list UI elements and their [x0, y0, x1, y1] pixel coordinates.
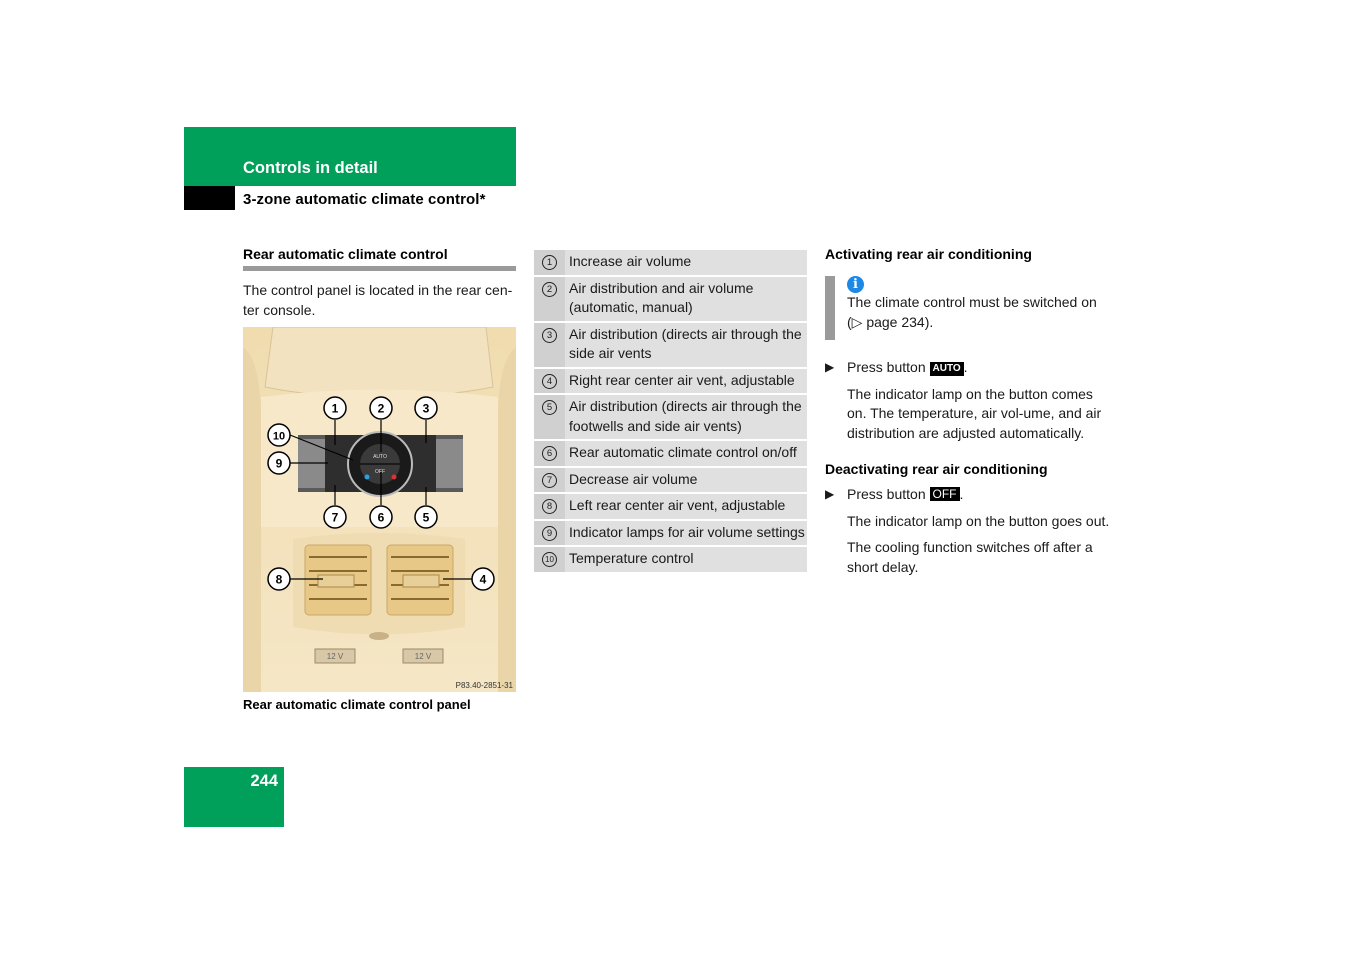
callout-5: 5	[414, 505, 438, 529]
legend-number: 6	[542, 446, 557, 461]
svg-text:3: 3	[423, 402, 430, 416]
legend-row: 8 Left rear center air vent, adjustable	[534, 494, 807, 521]
svg-text:10: 10	[273, 431, 285, 443]
legend-text: Left rear center air vent, adjustable	[569, 497, 786, 513]
svg-text:7: 7	[332, 511, 339, 525]
image-code: P83.40-2851-31	[456, 681, 514, 690]
callout-9: 9	[267, 451, 291, 475]
subsection-title: 3-zone automatic climate control*	[243, 191, 486, 208]
legend-row: 1 Increase air volume	[534, 250, 807, 277]
page-number: 244	[250, 772, 278, 790]
legend-row: 9 Indicator lamps for air volume settings	[534, 520, 807, 547]
activate-step: ▶ Press button AUTO.	[825, 358, 1110, 378]
activating-heading: Activating rear air conditioning	[825, 246, 1032, 262]
legend-row: 7 Decrease air volume	[534, 467, 807, 494]
legend-text: Temperature control	[569, 550, 694, 566]
legend-row: 6 Rear automatic climate control on/off	[534, 441, 807, 468]
figure-caption: Rear automatic climate control panel	[243, 697, 471, 712]
climate-panel-figure: AUTO OFF 12 V 12 V 1 2 3 10 9 7 6 5 8 4 …	[243, 327, 516, 692]
callout-2: 2	[369, 396, 393, 420]
outlet-label-left: 12 V	[327, 652, 344, 661]
off-label: OFF	[375, 469, 385, 475]
callout-6: 6	[369, 505, 393, 529]
legend-text: Decrease air volume	[569, 470, 698, 487]
info-text: The climate control must be switched on …	[847, 294, 1097, 330]
legend-number: 1	[542, 255, 557, 270]
svg-text:6: 6	[378, 511, 385, 525]
svg-text:4: 4	[480, 573, 487, 587]
deactivate-result-1: The indicator lamp on the button goes ou…	[847, 512, 1110, 529]
rear-climate-heading: Rear automatic climate control	[243, 246, 448, 262]
step-suffix: .	[959, 486, 964, 502]
legend-row: 10 Temperature control	[534, 547, 807, 574]
legend-number: 7	[542, 472, 557, 488]
legend-number: 10	[542, 552, 557, 567]
legend-row: 3 Air distribution (directs air through t…	[534, 322, 807, 369]
legend-number: 5	[542, 400, 557, 415]
legend-number: 3	[542, 327, 557, 343]
intro-text: The control panel is located in the rear…	[243, 282, 513, 318]
step-suffix: .	[963, 359, 968, 375]
info-note: i The climate control must be switched o…	[825, 276, 1110, 340]
legend-text: Right rear center air vent, adjustable	[569, 371, 795, 388]
deactivating-heading: Deactivating rear air conditioning	[825, 461, 1048, 477]
climate-panel-illustration: AUTO OFF 12 V 12 V 1 2 3 10 9 7 6 5 8 4 …	[243, 327, 516, 692]
legend-text: Air distribution (directs air through th…	[569, 325, 802, 362]
legend-table: 1 Increase air volume 2 Air distribution a…	[534, 250, 807, 574]
legend-text: Air distribution (directs air through th…	[569, 398, 802, 434]
header-marker	[184, 186, 235, 210]
bullet-arrow-icon: ▶	[825, 360, 835, 374]
info-icon: i	[847, 276, 864, 293]
svg-text:8: 8	[276, 573, 283, 587]
info-bar	[825, 276, 835, 340]
legend-row: 5 Air distribution (directs air through t…	[534, 395, 807, 441]
legend-row: 2 Air distribution and air volume (automa…	[534, 276, 807, 323]
callout-7: 7	[323, 505, 347, 529]
callout-4: 4	[471, 567, 495, 591]
svg-text:2: 2	[378, 402, 385, 416]
legend-row: 4 Right rear center air vent, adjustable	[534, 368, 807, 395]
bullet-arrow-icon: ▶	[825, 487, 835, 501]
right-column: Activating rear air conditioning i The c…	[825, 246, 1110, 577]
legend-number: 4	[542, 373, 557, 389]
outlet-label-right: 12 V	[415, 652, 432, 661]
callout-10: 10	[267, 423, 291, 447]
legend-number: 8	[542, 499, 557, 514]
legend-text: Rear automatic climate control on/off	[569, 444, 797, 460]
legend-number: 9	[542, 525, 557, 541]
legend-text: Air distribution and air volume (automat…	[569, 279, 754, 316]
auto-label: AUTO	[373, 454, 387, 460]
step-text: Press button	[847, 486, 926, 502]
step-text: Press button	[847, 359, 926, 375]
auto-key: AUTO	[929, 362, 964, 376]
section-title: Controls in detail	[243, 159, 378, 177]
callout-8: 8	[267, 567, 291, 591]
svg-text:9: 9	[276, 457, 283, 471]
callout-1: 1	[323, 396, 347, 420]
off-key: OFF	[929, 487, 960, 501]
svg-text:1: 1	[332, 402, 339, 416]
callout-3: 3	[414, 396, 438, 420]
deactivate-result-2: The cooling function switches off after …	[847, 539, 1093, 575]
deactivate-step: ▶ Press button OFF.	[825, 485, 1110, 505]
activate-result: The indicator lamp on the button comes o…	[847, 385, 1102, 441]
legend-number: 2	[542, 281, 557, 297]
legend-text: Indicator lamps for air volume settings	[569, 523, 805, 540]
legend-text: Increase air volume	[569, 253, 692, 269]
svg-text:5: 5	[423, 511, 430, 525]
heading-rule	[243, 266, 516, 271]
